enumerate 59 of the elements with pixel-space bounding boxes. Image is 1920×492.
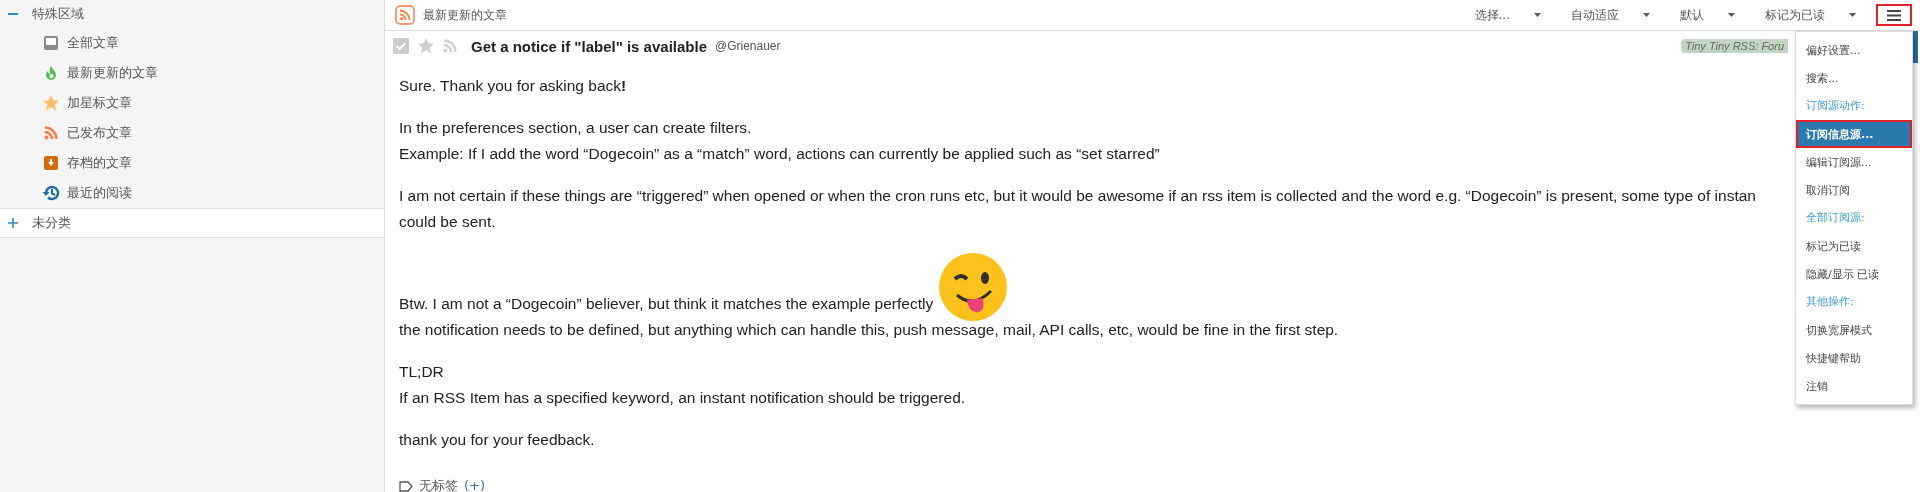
menu-item[interactable]: 取消订阅 (1796, 176, 1912, 204)
menu-header: 全部订阅源: (1805, 210, 1866, 226)
paragraph-line: thank you for your feedback. (399, 430, 595, 450)
menu-button[interactable] (1876, 4, 1912, 26)
menu-header: 订阅源动作: (1805, 98, 1866, 114)
article-author: @Grienauer (715, 39, 781, 53)
history-icon (42, 184, 60, 202)
feed-item[interactable]: 已发布文章 (67, 124, 132, 142)
menu-item[interactable]: 切换宽屏模式 (1796, 316, 1912, 344)
feed-item[interactable]: 最近的阅读 (67, 184, 132, 202)
toolbar-dropdown[interactable]: 默认 (1680, 6, 1735, 24)
paragraph-line: TL;DR (399, 362, 444, 382)
menu-item[interactable]: 快捷键帮助 (1796, 344, 1912, 372)
paragraph-line: the notification needs to be defined, but anything which can handle this, push message, mail, API calls, etc, would be fine in the first step. (399, 320, 1339, 340)
archive-icon (43, 155, 59, 171)
paragraph-line: Sure. Thank you for asking back! (399, 76, 627, 96)
caret-icon (1849, 13, 1856, 17)
star-icon (42, 94, 60, 112)
paragraph-line: If an RSS Item has a specified keyword, an instant notification should be triggered. (399, 388, 966, 408)
caret-icon (1643, 13, 1650, 17)
menu-item[interactable]: 订阅信息源... (1796, 120, 1912, 148)
caret-icon (1728, 13, 1735, 17)
checkbox[interactable] (393, 38, 409, 54)
paragraph-line: In the preferences section, a user can create filters. (399, 118, 752, 138)
menu-header: 其他操作: (1805, 294, 1855, 310)
expand-icon[interactable] (8, 218, 18, 228)
menu-item[interactable]: 注销 (1796, 372, 1912, 400)
article-title[interactable]: Get a notice if "label" is available (471, 37, 707, 55)
menu-item[interactable]: 偏好设置... (1796, 36, 1912, 64)
toolbar-dropdown[interactable]: 选择... (1474, 6, 1541, 24)
tags-text: 无标签 (419, 477, 458, 492)
feed-title: 最新更新的文章 (423, 6, 507, 24)
add-tag-link[interactable]: (+) (464, 473, 486, 492)
menu-item[interactable]: 标记为已读 (1796, 232, 1912, 260)
paragraph-line: Btw. I am not a “Dogecoin” believer, but think it matches the example perfectly (399, 294, 934, 314)
caret-icon (1534, 13, 1541, 17)
menu-icon (1887, 9, 1901, 21)
paragraph-line: could be sent. (399, 212, 496, 232)
feed-item[interactable]: 最新更新的文章 (67, 64, 158, 82)
category-title[interactable]: 特殊区域 (32, 5, 84, 23)
star-icon[interactable] (417, 37, 435, 55)
category-title[interactable]: 未分类 (32, 214, 71, 232)
paragraph-line: Example: If I add the word “Dogecoin” as a “match” word, actions can currently be applied such as “set starred” (399, 144, 1160, 164)
feed-label: Tiny Tiny RSS: Foru (1681, 39, 1788, 53)
menu-item[interactable]: 编辑订阅源... (1796, 148, 1912, 176)
menu-item[interactable]: 隐藏/显示 已读 (1796, 260, 1912, 288)
tag-icon (399, 480, 413, 492)
feed-item[interactable]: 加星标文章 (67, 94, 132, 112)
toolbar-dropdown[interactable]: 标记为已读 (1765, 6, 1856, 24)
rss-icon (44, 126, 58, 140)
inbox-icon (43, 35, 59, 51)
toolbar-dropdown[interactable]: 自动适应 (1571, 6, 1650, 24)
rss-icon[interactable] (443, 39, 457, 53)
feed-item[interactable]: 全部文章 (67, 34, 119, 52)
menu-item[interactable]: 搜索... (1796, 64, 1912, 92)
rss-icon (395, 5, 415, 25)
flame-icon (43, 65, 59, 81)
paragraph-line: I am not certain if these things are “triggered” when opened or when the cron runs etc, but it would be awesome if an rss item is collected and the word e.g. “Dogecoin” is present, some type of instan (399, 186, 1756, 206)
feed-item[interactable]: 存档的文章 (67, 154, 132, 172)
